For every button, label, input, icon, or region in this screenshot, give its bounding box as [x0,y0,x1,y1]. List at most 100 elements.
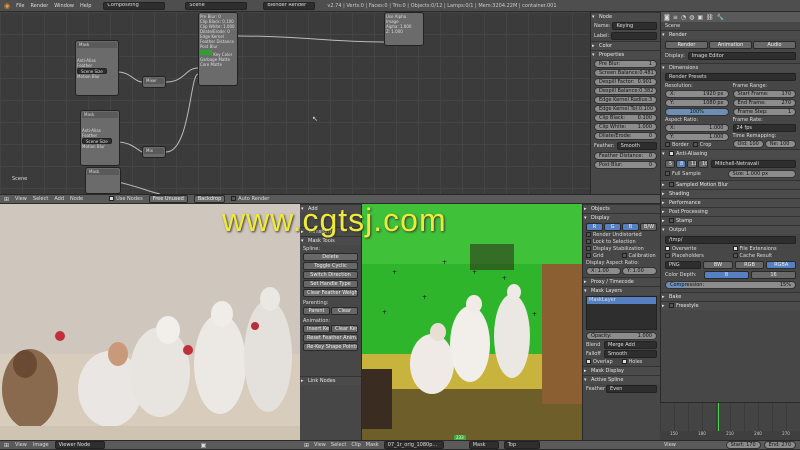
mask-layers-header[interactable]: Mask Layers [583,286,660,296]
depth-16-button[interactable]: 16 [751,271,796,279]
current-frame-marker[interactable] [718,403,719,431]
clear-feather-weight-button[interactable]: Clear Feather Weight [303,289,358,297]
render-section-header[interactable]: Render [661,30,800,40]
link-nodes-header[interactable]: Link Nodes [300,376,361,386]
node-property-field[interactable]: Edge Kernel Radius: 3 [594,96,657,104]
scene-select[interactable]: Scene [185,1,248,10]
composite-node[interactable]: Use Alpha Image Alpha: 1.000 Z: 1.000 [384,12,424,46]
node-partial[interactable]: Mask [85,167,121,194]
keying-node[interactable]: Pre Blur: 0 Clip Black: 0.100 Clip White… [198,12,238,86]
rgba-button[interactable]: RGBA [766,261,796,269]
checkbox-icon[interactable] [669,151,674,156]
render-engine-select[interactable]: Blender Render [263,1,316,10]
channel-bw-button[interactable]: B/W [640,223,657,231]
menu-select[interactable]: Select [33,196,48,202]
key-color-swatch[interactable] [200,50,212,55]
performance-header[interactable]: Performance [661,198,800,208]
node-property-field[interactable]: Screen Balance: 0.481 [594,69,657,77]
editor-type-icon[interactable]: ⊞ [304,442,309,449]
output-header[interactable]: Output [661,225,800,235]
anti-aliasing-section-header[interactable]: Anti-Aliasing [661,149,800,159]
menu-view[interactable]: View [15,196,27,202]
menu-window[interactable]: Window [54,3,74,9]
feather-distance-field[interactable]: Feather Distance: 0 [594,152,657,160]
objects-header[interactable]: Objects [583,204,660,214]
set-handle-type-button[interactable]: Set Handle Type [303,280,358,288]
menu-view[interactable]: View [15,442,27,448]
backdrop-button[interactable]: Backdrop [193,195,226,203]
aspect-y-field[interactable]: Y: 1.00 [622,267,657,275]
render-undistorted-checkbox[interactable]: Render Undistorted [586,232,657,238]
aspect-y-field[interactable]: Y: 1.000 [665,133,729,141]
switch-direction-button[interactable]: Switch Direction [303,271,358,279]
stamp-header[interactable]: Stamp [661,216,800,226]
output-path-field[interactable]: /tmp/ [665,236,796,244]
freestyle-header[interactable]: Freestyle [661,301,800,311]
aa-size-field[interactable]: Size: 1.000 px [727,170,796,178]
crop-checkbox[interactable]: Crop [692,142,711,148]
scene-icon[interactable]: ◔ [681,14,686,21]
node-property-field[interactable]: Despill Factor: 0.901 [594,78,657,86]
frame-step-field[interactable]: Frame Step: 1 [732,108,796,116]
node-property-field[interactable]: Dilate/Erode: 0 [594,132,657,140]
audio-button[interactable]: Audio [753,41,796,49]
layers-icon[interactable]: ≡ [673,14,678,21]
lock-selection-checkbox[interactable]: Lock to Selection [586,239,657,245]
timeline-end-field[interactable]: End: 270 [763,441,796,449]
menu-file[interactable]: File [16,3,24,9]
timeline[interactable]: 150 180 210 240 270 [660,402,800,440]
new-field[interactable]: Ne: 100 [764,140,796,148]
aa-samples-8[interactable]: 8 [676,160,686,168]
blend-select[interactable]: Merge Add [604,341,657,349]
mask-display-header[interactable]: Mask Display [583,366,660,376]
node-section-header[interactable]: Node [591,12,660,22]
checkbox-icon[interactable] [669,303,674,308]
calibration-checkbox[interactable]: Calibration [621,253,658,259]
file-format-select[interactable]: PNG [665,261,702,269]
insert-key-button[interactable]: Insert Key [303,325,330,333]
mixer-node[interactable]: Mix [142,146,166,158]
node-editor[interactable]: Mask Anti-Alias Feather Scene Size Motio… [0,12,590,194]
viewer-image-editor[interactable] [0,204,300,440]
mask-datablock-select[interactable]: Mask [468,441,499,449]
checkbox-icon[interactable] [669,218,674,223]
menu-mask[interactable]: Mask [366,442,379,448]
node-name-field[interactable]: Keying [612,22,657,30]
display-select[interactable]: Image Editor [687,52,796,60]
post-blur-field[interactable]: Post Blur: 0 [594,161,657,169]
editor-type-icon[interactable]: ⊞ [4,442,9,449]
free-unused-button[interactable]: Free Unused [148,195,188,203]
display-header[interactable]: Display [583,213,660,223]
menu-add[interactable]: Add [54,196,64,202]
parent-button[interactable]: Parent [303,307,330,315]
node-property-field[interactable]: Pre Blur: 1 [594,60,657,68]
checkbox-icon[interactable] [669,182,674,187]
clear-key-button[interactable]: Clear Key [331,325,358,333]
timeline-start-field[interactable]: Start: 170 [725,441,761,449]
channel-r-button[interactable]: R [586,223,603,231]
node-property-field[interactable]: Clip Black: 0.100 [594,114,657,122]
sampled-motion-blur-header[interactable]: Sampled Motion Blur [661,180,800,190]
node-label-field[interactable] [611,32,657,40]
reset-feather-button[interactable]: Reset Feather Anim... [303,334,358,342]
pivot-select[interactable]: Top [503,441,540,449]
overlap-checkbox[interactable]: Overlap [586,359,622,365]
viewer-node-select[interactable]: Viewer Node [54,441,105,449]
feather-offset-select[interactable]: Even [606,385,657,393]
menu-image[interactable]: Image [33,442,49,448]
camera-icon[interactable]: ◙ [664,14,670,21]
aa-samples-11[interactable]: 11 [687,160,697,168]
modifier-icon[interactable]: 🔧 [717,14,724,21]
end-frame-field[interactable]: End Frame: 270 [732,99,796,107]
constraint-icon[interactable]: ⛓ [706,14,714,21]
aspect-x-field[interactable]: X: 1.00 [586,267,621,275]
render-presets-select[interactable]: Render Presets [665,73,796,81]
clear-parent-button[interactable]: Clear [331,307,358,315]
proxy-timecode-header[interactable]: Proxy / Timecode [583,277,660,287]
active-spline-header[interactable]: Active Spline [583,375,660,385]
mask-layer-list[interactable]: MaskLayer [586,296,657,330]
color-section-header[interactable]: Color [591,41,660,51]
menu-node[interactable]: Node [70,196,83,202]
render-slot-icon[interactable]: ▣ [201,442,207,449]
grid-checkbox[interactable]: Grid [586,253,622,259]
